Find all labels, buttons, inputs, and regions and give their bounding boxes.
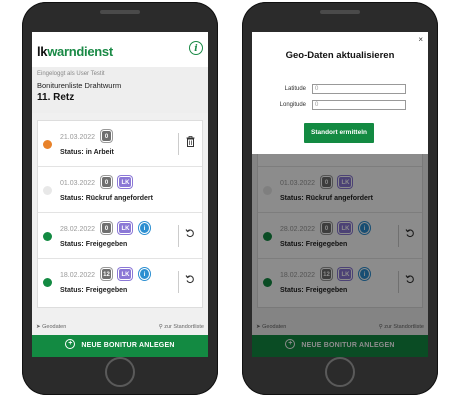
- lk-badge: LK: [118, 268, 133, 280]
- card-status: Status: in Arbeit: [60, 149, 114, 156]
- bonitur-card[interactable]: 21.03.2022 0 Status: in Arbeit: [38, 121, 202, 167]
- list-area: 21.03.2022 0 Status: in Arbeit 01.03.202…: [32, 113, 208, 321]
- app-screen: 01.03.2022 0 LK Status: Rückruf angeford…: [252, 32, 428, 357]
- status-label: Status:: [60, 287, 84, 294]
- status-label: Status:: [60, 149, 84, 156]
- count-badge: 0: [101, 176, 112, 188]
- status-dot: [43, 232, 52, 241]
- trash-icon[interactable]: [183, 136, 197, 150]
- status-label: Status:: [60, 195, 84, 202]
- phone-home-button: [105, 357, 135, 387]
- badge-group: 0 LK i: [101, 222, 152, 234]
- login-info-panel: Eingeloggt als User Testit Boniturenlist…: [32, 67, 208, 113]
- close-icon[interactable]: ×: [418, 35, 423, 44]
- count-badge: 0: [101, 130, 112, 142]
- info-badge: i: [138, 268, 150, 280]
- latitude-input[interactable]: 0: [312, 84, 406, 94]
- navigation-arrow-icon: ➤: [36, 324, 41, 330]
- status-value: Rückruf angefordert: [85, 195, 153, 202]
- plus-circle-icon: +: [65, 339, 76, 350]
- longitude-input[interactable]: 0: [312, 100, 406, 110]
- badge-group: 12 LK i: [101, 268, 152, 280]
- map-pin-icon: ⚲: [158, 324, 163, 330]
- app-screen: lkwarndienst i Eingeloggt als User Testi…: [32, 32, 208, 357]
- latitude-label: Latitude: [284, 86, 306, 92]
- footer-links: ➤ Geodaten ⚲ zur Standortliste: [32, 321, 208, 335]
- lk-badge: LK: [118, 222, 133, 234]
- bonitur-list: 21.03.2022 0 Status: in Arbeit 01.03.202…: [37, 120, 203, 308]
- standortliste-link[interactable]: ⚲ zur Standortliste: [159, 324, 204, 330]
- geodaten-link[interactable]: ➤ Geodaten: [36, 324, 66, 330]
- app-logo: lkwarndienst: [37, 44, 113, 59]
- card-status: Status: Rückruf angefordert: [60, 195, 153, 202]
- status-dot: [43, 140, 52, 149]
- badge-group: 0: [101, 130, 114, 142]
- card-date: 21.03.2022: [60, 134, 96, 141]
- new-bonitur-label: NEUE BONITUR ANLEGEN: [81, 342, 175, 349]
- card-date: 18.02.2022: [60, 272, 96, 279]
- info-icon[interactable]: i: [189, 41, 203, 55]
- status-value: in Arbeit: [85, 149, 114, 156]
- bonitur-card[interactable]: 18.02.2022 12 LK i Status: Freigegeben: [38, 259, 202, 305]
- card-date: 28.02.2022: [60, 226, 96, 233]
- badge-group: 0 LK: [101, 176, 134, 188]
- card-date: 01.03.2022: [60, 180, 96, 187]
- bonitur-card[interactable]: 28.02.2022 0 LK i Status: Freigegeben: [38, 213, 202, 259]
- action-divider: [178, 133, 179, 155]
- list-name: Boniturenliste Drahtwurm: [37, 81, 122, 90]
- status-dot: [43, 278, 52, 287]
- logo-part-lk: lk: [37, 44, 48, 59]
- get-location-button[interactable]: Standort ermitteln: [304, 123, 374, 143]
- undo-icon[interactable]: [183, 228, 197, 242]
- status-dot: [43, 186, 52, 195]
- bonitur-card[interactable]: 01.03.2022 0 LK Status: Rückruf angeford…: [38, 167, 202, 213]
- phone-speaker: [320, 10, 360, 14]
- geodaten-label: Geodaten: [42, 324, 67, 330]
- geo-data-modal: × Geo-Daten aktualisieren Latitude 0 Lon…: [252, 32, 428, 154]
- phone-speaker: [100, 10, 140, 14]
- undo-icon[interactable]: [183, 274, 197, 288]
- app-header: lkwarndienst i: [32, 32, 208, 67]
- status-value: Freigegeben: [85, 287, 128, 294]
- longitude-label: Longitude: [279, 102, 306, 108]
- info-badge: i: [138, 222, 150, 234]
- status-label: Status:: [60, 241, 84, 248]
- status-value: Freigegeben: [85, 241, 128, 248]
- modal-title: Geo-Daten aktualisieren: [285, 50, 395, 61]
- count-badge: 12: [101, 268, 112, 280]
- phone-frame-right: 01.03.2022 0 LK Status: Rückruf angeford…: [242, 2, 438, 395]
- card-status: Status: Freigegeben: [60, 287, 127, 294]
- action-divider: [178, 271, 179, 293]
- lk-badge: LK: [118, 176, 133, 188]
- card-status: Status: Freigegeben: [60, 241, 127, 248]
- count-badge: 0: [101, 222, 112, 234]
- new-bonitur-button[interactable]: + NEUE BONITUR ANLEGEN: [32, 335, 208, 357]
- standortliste-label: zur Standortliste: [164, 324, 204, 330]
- action-divider: [178, 225, 179, 247]
- login-label: Eingeloggt als User Testit: [37, 71, 105, 77]
- phone-home-button: [325, 357, 355, 387]
- location-name: 11. Retz: [37, 92, 75, 103]
- logo-part-warndienst: warndienst: [47, 44, 113, 59]
- phone-frame-left: lkwarndienst i Eingeloggt als User Testi…: [22, 2, 218, 395]
